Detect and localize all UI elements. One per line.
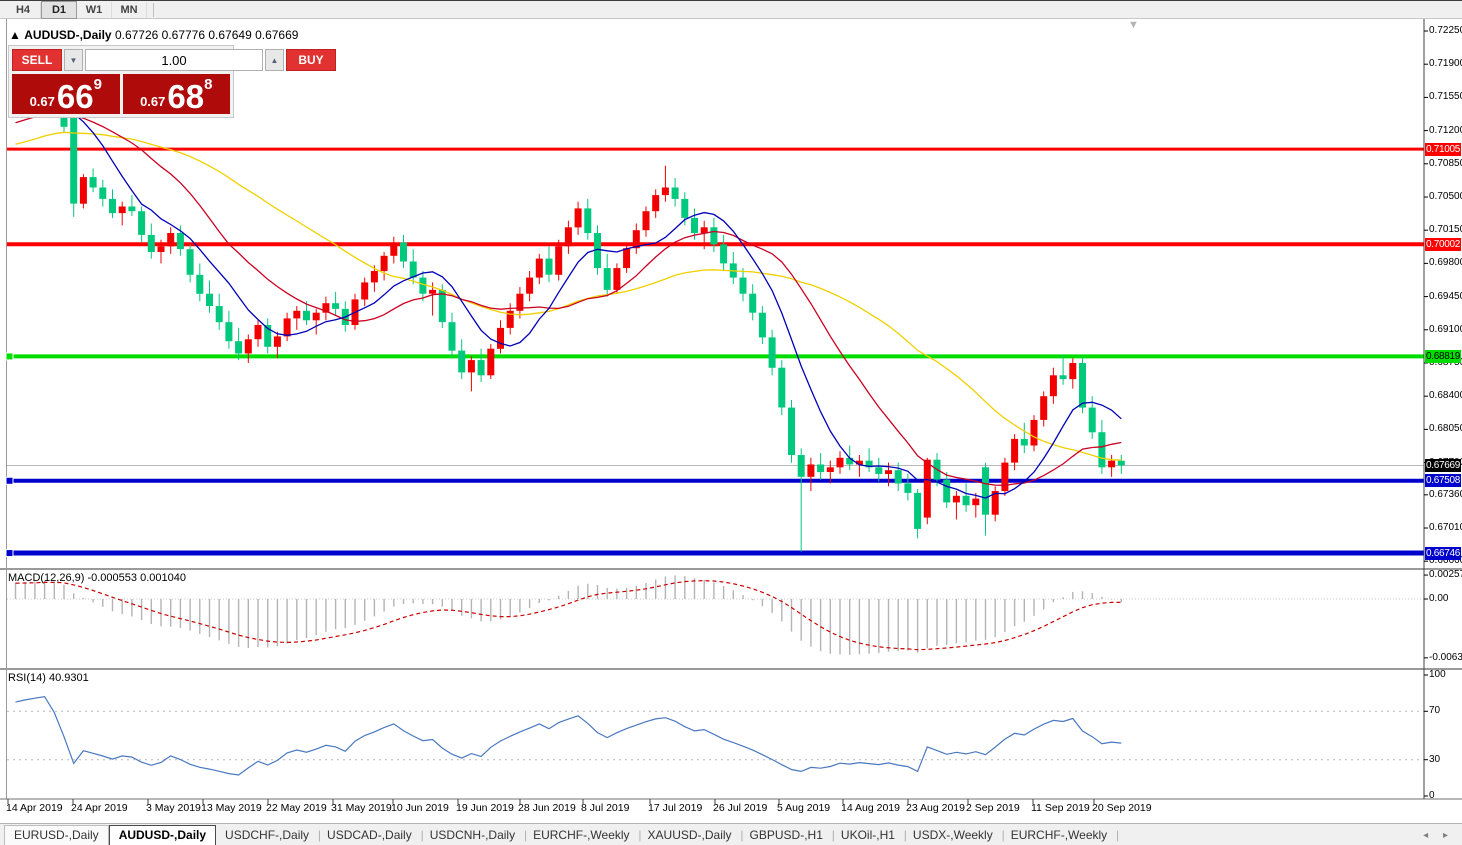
buy-price-base: 0.67 xyxy=(140,94,166,109)
chart-tab-usdchf-daily[interactable]: USDCHF-,Daily xyxy=(216,826,321,845)
chart-symbol-label: AUDUSD-,Daily xyxy=(24,28,112,42)
chart-tab-audusd-daily[interactable]: AUDUSD-,Daily xyxy=(108,824,217,845)
one-click-trading-widget: SELL ▼ ▲ BUY 0.67 66 9 0.67 68 8 xyxy=(8,45,336,118)
rsi-indicator-label: RSI(14) 40.9301 xyxy=(8,672,89,684)
symbol-marker-icon: ▲ xyxy=(9,28,21,42)
chart-ohlc-values: 0.67726 0.67776 0.67649 0.67669 xyxy=(114,28,299,42)
buy-price-display[interactable]: 0.67 68 8 xyxy=(122,74,230,115)
mt4-window: H4 D1 W1 MN ▲ AUDUSD-,Daily 0.67726 0.67776… xyxy=(0,0,1462,845)
chart-tab-bar: EURUSD-,DailyAUDUSD-,DailyUSDCHF-,DailyU… xyxy=(0,823,1462,845)
sell-price-base: 0.67 xyxy=(29,94,55,109)
sell-price-display[interactable]: 0.67 66 9 xyxy=(12,74,120,114)
buy-price-pip: 8 xyxy=(204,76,213,93)
timeframe-button-w1[interactable]: W1 xyxy=(77,1,112,18)
chart-tab-gbpusd-h1[interactable]: GBPUSD-,H1 xyxy=(741,826,836,845)
timeframe-toolbar: H4 D1 W1 MN xyxy=(0,1,1462,19)
sell-button[interactable]: SELL xyxy=(12,49,62,71)
ma-slow-line xyxy=(15,131,1122,461)
candlestick-chart xyxy=(0,19,1462,804)
ma-fast-line xyxy=(15,97,1122,499)
chart-tab-usdcad-daily[interactable]: USDCAD-,Daily xyxy=(318,826,423,845)
timeframe-button-mn[interactable]: MN xyxy=(112,1,147,18)
chart-tab-eurchf-weekly[interactable]: EURCHF-,Weekly xyxy=(524,826,642,845)
buy-button[interactable]: BUY xyxy=(286,49,336,71)
lot-size-input[interactable] xyxy=(85,49,263,71)
chart-tab-usdcnh-daily[interactable]: USDCNH-,Daily xyxy=(421,826,528,845)
chart-tab-eurusd-daily[interactable]: EURUSD-,Daily xyxy=(4,824,109,845)
chart-tab-usdx-weekly[interactable]: USDX-,Weekly xyxy=(904,826,1005,845)
chart-title: ▲ AUDUSD-,Daily 0.67726 0.67776 0.67649 … xyxy=(9,28,298,42)
macd-histogram xyxy=(14,575,1123,655)
tabs-scroll-arrows-icon[interactable]: ◂ ▸ xyxy=(1423,830,1454,841)
chart-tab-xauusd-daily[interactable]: XAUUSD-,Daily xyxy=(639,826,744,845)
line-anchor-marker xyxy=(5,352,14,361)
sell-price-big: 66 xyxy=(56,78,94,115)
lot-decrease-button[interactable]: ▼ xyxy=(64,49,83,71)
chart-shift-marker-icon[interactable]: ▼ xyxy=(1128,19,1139,31)
line-anchor-marker xyxy=(5,549,14,558)
ma-mid-line xyxy=(15,110,1122,487)
macd-indicator-label: MACD(12,26,9) -0.000553 0.001040 xyxy=(8,572,186,584)
timeframe-button-h4[interactable]: H4 xyxy=(6,1,41,18)
lot-increase-button[interactable]: ▲ xyxy=(265,49,284,71)
toolbar-separator xyxy=(153,2,154,17)
chart-tab-eurchf-weekly[interactable]: EURCHF-,Weekly xyxy=(1002,826,1120,845)
line-anchor-marker xyxy=(5,476,14,485)
chart-tab-ukoil-h1[interactable]: UKOil-,H1 xyxy=(832,826,907,845)
buy-price-big: 68 xyxy=(167,78,205,115)
sell-price-pip: 9 xyxy=(93,76,102,93)
chart-canvas[interactable]: ▲ AUDUSD-,Daily 0.67726 0.67776 0.67649 … xyxy=(0,19,1462,823)
rsi-line xyxy=(15,695,1122,776)
timeframe-button-d1[interactable]: D1 xyxy=(41,1,77,19)
